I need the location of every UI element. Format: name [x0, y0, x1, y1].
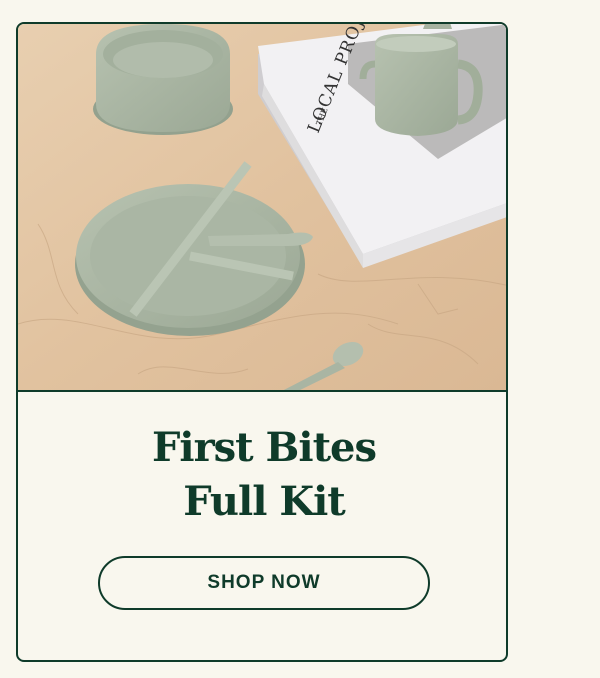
product-image[interactable]: LOCAL PROJECT THE — [18, 24, 506, 392]
product-card[interactable]: LOCAL PROJECT THE First Bites Full Kit S… — [16, 22, 508, 662]
product-title-line2: Full Kit — [183, 478, 346, 525]
shop-now-button[interactable]: SHOP NOW — [98, 556, 430, 610]
product-title-line1: First Bites — [151, 424, 377, 471]
